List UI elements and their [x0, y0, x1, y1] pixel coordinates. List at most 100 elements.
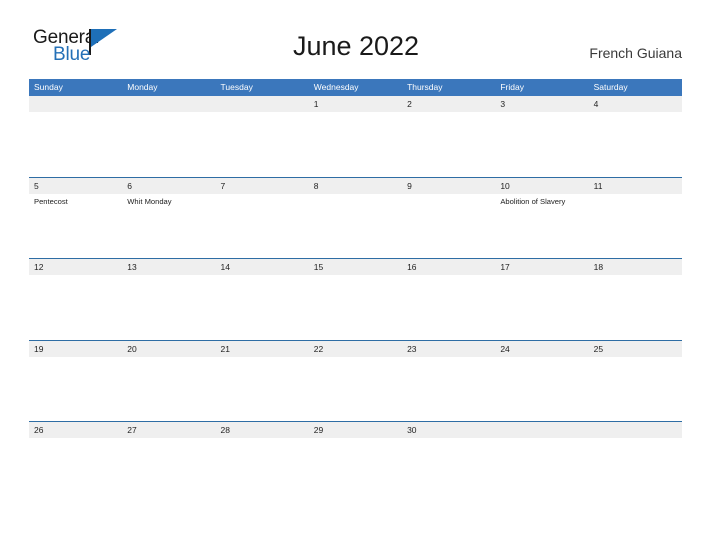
day-number: 28 [220, 425, 230, 435]
week-events-band: Pentecost Whit Monday Abolition of Slavery [29, 193, 682, 207]
event-cell-empty [29, 438, 122, 440]
event-cell-empty [216, 112, 309, 114]
event-cell-empty [309, 438, 402, 440]
event-cell-empty [216, 438, 309, 440]
day-number: 10 [500, 180, 510, 191]
event-cell-empty [122, 357, 215, 359]
event-label: Whit Monday [127, 196, 172, 206]
event-cell-empty [402, 194, 495, 207]
week-events-band [29, 438, 682, 440]
day-cell[interactable]: 26 [29, 422, 122, 438]
day-cell[interactable]: 17 [495, 259, 588, 275]
day-cell[interactable]: 19 [29, 341, 122, 357]
day-number: 27 [127, 425, 137, 435]
day-number: 18 [593, 262, 604, 272]
event-cell-empty [495, 112, 588, 114]
week-events-band [29, 275, 682, 277]
day-number: 8 [313, 180, 319, 191]
weekday-header-sunday: Sunday [34, 82, 63, 92]
day-cell[interactable]: 15 [309, 259, 402, 275]
event-cell-empty [402, 357, 495, 359]
event-cell-empty [402, 112, 495, 114]
week-row: 5 6 7 8 9 10 11 Pentecost Whit Monday Abolition o… [29, 176, 682, 259]
day-cell[interactable]: 24 [495, 341, 588, 357]
day-cell[interactable]: 2 [402, 96, 495, 112]
day-number: 30 [407, 425, 417, 435]
day-cell[interactable]: 28 [216, 422, 309, 438]
day-cell[interactable]: 27 [122, 422, 215, 438]
day-number: 29 [313, 425, 324, 435]
day-number: 22 [313, 343, 324, 354]
day-cell-empty [495, 422, 588, 438]
day-cell[interactable]: 5 [29, 178, 122, 194]
day-number: 2 [407, 99, 412, 109]
event-cell-empty [589, 357, 682, 359]
event-cell-empty [589, 112, 682, 114]
day-cell[interactable]: 29 [309, 422, 402, 438]
day-number: 21 [220, 343, 230, 354]
day-number: 19 [34, 343, 44, 354]
day-cell[interactable]: 3 [495, 96, 588, 112]
week-events-band [29, 112, 682, 114]
day-cell[interactable]: 12 [29, 259, 122, 275]
day-number: 26 [34, 425, 44, 435]
day-cell-empty [29, 96, 122, 112]
week-date-band: 26 27 28 29 30 [29, 422, 682, 438]
day-cell-empty [589, 422, 682, 438]
day-cell[interactable]: 11 [589, 178, 682, 194]
day-number: 24 [500, 343, 510, 354]
weekday-header-monday: Monday [127, 82, 158, 92]
day-cell[interactable]: 25 [589, 341, 682, 357]
day-cell[interactable]: 13 [122, 259, 215, 275]
week-row: 1 2 3 4 [29, 96, 682, 177]
week-row: 26 27 28 29 30 [29, 421, 682, 482]
day-number: 6 [127, 180, 132, 191]
day-cell[interactable]: 9 [402, 178, 495, 194]
week-events-band [29, 356, 682, 359]
day-cell[interactable]: 22 [309, 341, 402, 357]
day-number: 20 [127, 343, 137, 354]
day-number: 15 [313, 262, 324, 272]
day-cell[interactable]: 1 [309, 96, 402, 112]
event-cell-empty [495, 357, 588, 359]
day-number: 5 [34, 180, 39, 191]
event-cell-empty [29, 357, 122, 359]
event-cell-empty [589, 194, 682, 207]
event-cell-empty [589, 275, 682, 277]
week-date-band: 1 2 3 4 [29, 96, 682, 112]
day-cell[interactable]: 16 [402, 259, 495, 275]
day-cell[interactable]: 21 [216, 341, 309, 357]
event-cell[interactable]: Whit Monday [122, 194, 215, 207]
day-cell[interactable]: 14 [216, 259, 309, 275]
event-cell-empty [589, 438, 682, 440]
event-cell-empty [309, 112, 402, 114]
event-cell[interactable]: Pentecost [29, 194, 122, 207]
event-cell-empty [122, 112, 215, 114]
day-cell[interactable]: 8 [309, 178, 402, 194]
weekday-header-wednesday: Wednesday [313, 82, 359, 92]
day-cell[interactable]: 10 [495, 178, 588, 194]
event-cell-empty [495, 275, 588, 277]
event-cell-empty [29, 275, 122, 277]
day-cell[interactable]: 23 [402, 341, 495, 357]
day-cell[interactable]: 20 [122, 341, 215, 357]
day-cell[interactable]: 30 [402, 422, 495, 438]
page-header: General Blue June 2022 French Guiana [0, 0, 712, 64]
weekday-header-tuesday: Tuesday [220, 82, 253, 92]
weekday-header-saturday: Saturday [593, 82, 628, 92]
event-cell-empty [122, 438, 215, 440]
day-cell[interactable]: 6 [122, 178, 215, 194]
day-cell[interactable]: 18 [589, 259, 682, 275]
day-cell-empty [216, 96, 309, 112]
day-cell[interactable]: 4 [589, 96, 682, 112]
event-label: Pentecost [34, 196, 68, 206]
day-cell[interactable]: 7 [216, 178, 309, 194]
day-cell-empty [122, 96, 215, 112]
week-row: 12 13 14 15 16 17 18 [29, 258, 682, 340]
week-date-band: 5 6 7 8 9 10 11 [29, 177, 682, 194]
country-label: French Guiana [589, 45, 682, 61]
day-number: 1 [313, 99, 319, 109]
event-cell[interactable]: Abolition of Slavery [495, 194, 588, 207]
weekday-header-thursday: Thursday [407, 82, 443, 92]
event-label: Abolition of Slavery [500, 196, 566, 206]
